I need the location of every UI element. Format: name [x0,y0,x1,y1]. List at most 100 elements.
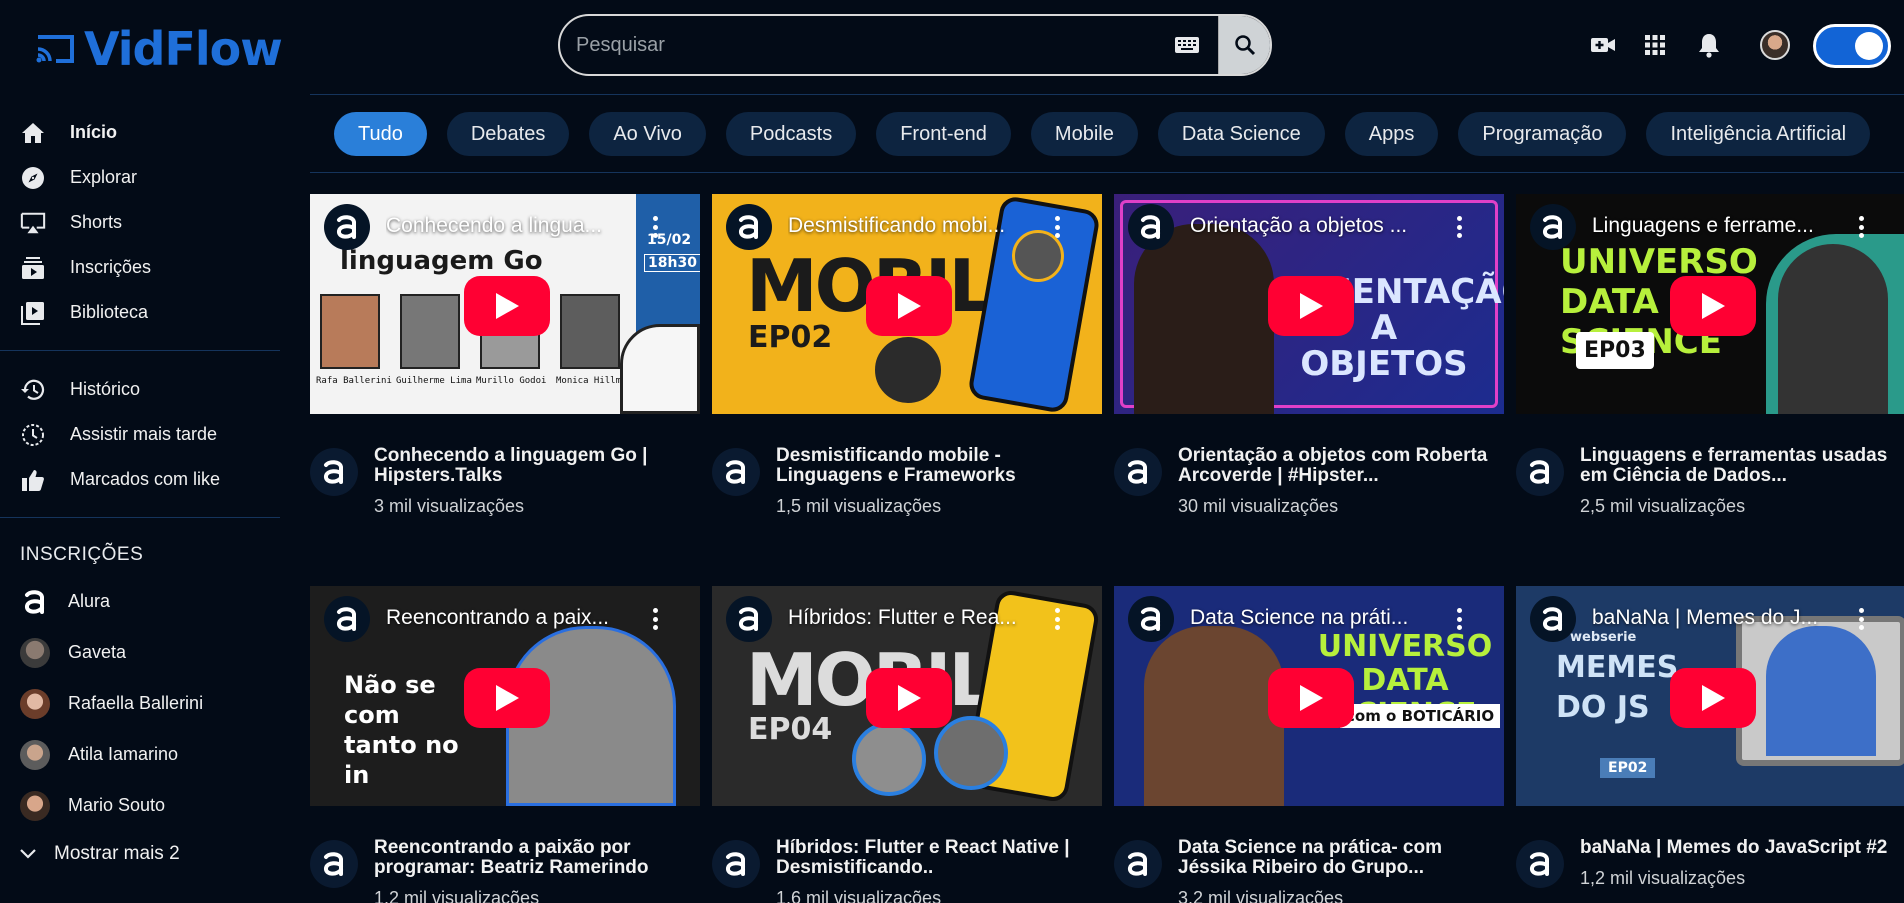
channel-avatar[interactable] [310,840,358,888]
alura-icon [337,607,356,631]
chip-podcasts[interactable]: Podcasts [725,112,857,156]
channel-avatar[interactable] [712,448,760,496]
chevron-down-icon [20,843,36,865]
video-card[interactable]: UNIVERSO DATA SCIENCE com o BOTICÁRIO Da… [1114,586,1504,903]
keyboard-icon[interactable] [1170,16,1204,74]
chip-tudo[interactable]: Tudo [334,112,427,156]
video-card[interactable]: Não se com tanto no in Reencontrando a p… [310,586,700,903]
video-thumbnail[interactable]: MOBILE EP04 Híbridos: Flutter e Rea... [712,586,1102,806]
video-title[interactable]: Data Science na prática- com Jéssika Rib… [1178,838,1504,878]
bell-icon[interactable] [1694,30,1724,60]
video-thumbnail[interactable]: linguagem Go 15/02 18h30 Rafa Ballerini … [310,194,700,414]
user-avatar[interactable] [1760,30,1790,60]
video-thumbnail[interactable]: UNIVERSO DATA SCIENCE com o BOTICÁRIO Da… [1114,586,1504,806]
subscription-mario-souto[interactable]: Mario Souto [0,780,280,831]
video-title[interactable]: Conhecendo a linguagem Go | Hipsters.Tal… [374,446,700,486]
more-options-icon[interactable] [1454,608,1464,630]
video-card[interactable]: MOBILE EP02 Desmistificando mobi... Desm… [712,194,1102,524]
thumbnail-subtitle: com o BOTICÁRIO [1340,704,1501,728]
subscription-alura[interactable]: Alura [0,576,280,627]
subscription-gaveta[interactable]: Gaveta [0,627,280,678]
play-button[interactable] [1268,668,1354,728]
chip-front-end[interactable]: Front-end [876,112,1011,156]
more-options-icon[interactable] [650,608,660,630]
more-options-icon[interactable] [1052,608,1062,630]
play-icon [496,685,519,711]
chip-inteligencia-artificial[interactable]: Inteligência Artificial [1646,112,1871,156]
sidebar-item-marcados-com-like[interactable]: Marcados com like [0,457,280,502]
sidebar-item-shorts[interactable]: Shorts [0,200,280,245]
subscription-atila-iamarino[interactable]: Atila Iamarino [0,729,280,780]
thumbs-up-icon [20,467,46,493]
sidebar-item-assistir-mais-tarde[interactable]: Assistir mais tarde [0,412,280,457]
chip-debates[interactable]: Debates [446,112,570,156]
theme-toggle[interactable] [1813,24,1891,68]
video-thumbnail[interactable]: ORIENTAÇÃO A OBJETOS Orientação a objeto… [1114,194,1504,414]
channel-avatar[interactable] [1516,840,1564,888]
channel-avatar[interactable] [310,448,358,496]
chip-data-science[interactable]: Data Science [1157,112,1325,156]
more-options-icon[interactable] [1856,216,1866,238]
more-options-icon[interactable] [1856,608,1866,630]
channel-badge [726,596,772,642]
speaker-photo [872,334,944,406]
play-button[interactable] [1268,276,1354,336]
channel-avatar[interactable] [1114,448,1162,496]
speaker-name: Murillo Godoi [476,376,547,386]
video-views: 1,2 mil visualizações [374,888,540,903]
subscriptions-icon [20,255,46,281]
subscriptions-heading: INSCRIÇÕES [20,544,144,565]
sidebar-item-label: Início [70,122,118,142]
channel-avatar[interactable] [712,840,760,888]
apps-grid-icon[interactable] [1640,30,1670,60]
play-button[interactable] [464,276,550,336]
more-options-icon[interactable] [650,216,660,238]
video-title[interactable]: Reencontrando a paixão por programar: Be… [374,838,700,878]
video-title[interactable]: Linguagens e ferramentas usadas em Ciênc… [1580,446,1904,486]
subscription-rafaella-ballerini[interactable]: Rafaella Ballerini [0,678,280,729]
play-button[interactable] [866,276,952,336]
video-card[interactable]: webserie MEMES DO JS EP02 baNaNa | Memes… [1516,586,1904,903]
video-thumbnail[interactable]: webserie MEMES DO JS EP02 baNaNa | Memes… [1516,586,1904,806]
chip-programacao[interactable]: Programação [1458,112,1627,156]
video-thumbnail[interactable]: MOBILE EP02 Desmistificando mobi... [712,194,1102,414]
sidebar-item-inicio[interactable]: Início [0,110,280,155]
sidebar-item-explorar[interactable]: Explorar [0,155,280,200]
video-thumbnail[interactable]: Não se com tanto no in Reencontrando a p… [310,586,700,806]
video-card[interactable]: MOBILE EP04 Híbridos: Flutter e Rea... H… [712,586,1102,903]
overlay-title: Data Science na práti... [1190,606,1409,629]
search-input[interactable] [560,16,1170,74]
play-button[interactable] [464,668,550,728]
sidebar-item-label: Shorts [70,212,123,232]
video-card[interactable]: ORIENTAÇÃO A OBJETOS Orientação a objeto… [1114,194,1504,524]
search-button[interactable] [1218,16,1270,74]
chip-mobile[interactable]: Mobile [1030,112,1138,156]
play-button[interactable] [1670,276,1756,336]
more-options-icon[interactable] [1052,216,1062,238]
chip-apps[interactable]: Apps [1344,112,1439,156]
category-chips: Tudo Debates Ao Vivo Podcasts Front-end … [334,112,1871,156]
show-more-button[interactable]: Mostrar mais 2 [0,831,280,877]
video-title[interactable]: Desmistificando mobile - Linguagens e Fr… [776,446,1102,486]
video-thumbnail[interactable]: UNIVERSO DATA SCIENCE EP03 Linguagens e … [1516,194,1904,414]
speaker-photo [934,716,1008,790]
video-title[interactable]: Híbridos: Flutter e React Native | Desmi… [776,838,1102,878]
sidebar-item-biblioteca[interactable]: Biblioteca [0,290,280,335]
channel-avatar[interactable] [1114,840,1162,888]
play-button[interactable] [866,668,952,728]
shorts-icon [20,210,46,236]
play-button[interactable] [1670,668,1756,728]
chip-ao-vivo[interactable]: Ao Vivo [589,112,706,156]
create-video-icon[interactable] [1588,30,1618,60]
video-title[interactable]: baNaNa | Memes do JavaScript #2 [1580,838,1887,858]
more-options-icon[interactable] [1454,216,1464,238]
speaker-photo [1766,626,1876,756]
play-icon [496,293,519,319]
video-card[interactable]: linguagem Go 15/02 18h30 Rafa Ballerini … [310,194,700,524]
video-card[interactable]: UNIVERSO DATA SCIENCE EP03 Linguagens e … [1516,194,1904,524]
video-title[interactable]: Orientação a objetos com Roberta Arcover… [1178,446,1504,486]
channel-avatar[interactable] [1516,448,1564,496]
logo[interactable]: VidFlow [34,22,283,76]
sidebar-item-historico[interactable]: Histórico [0,367,280,412]
sidebar-item-inscricoes[interactable]: Inscrições [0,245,280,290]
